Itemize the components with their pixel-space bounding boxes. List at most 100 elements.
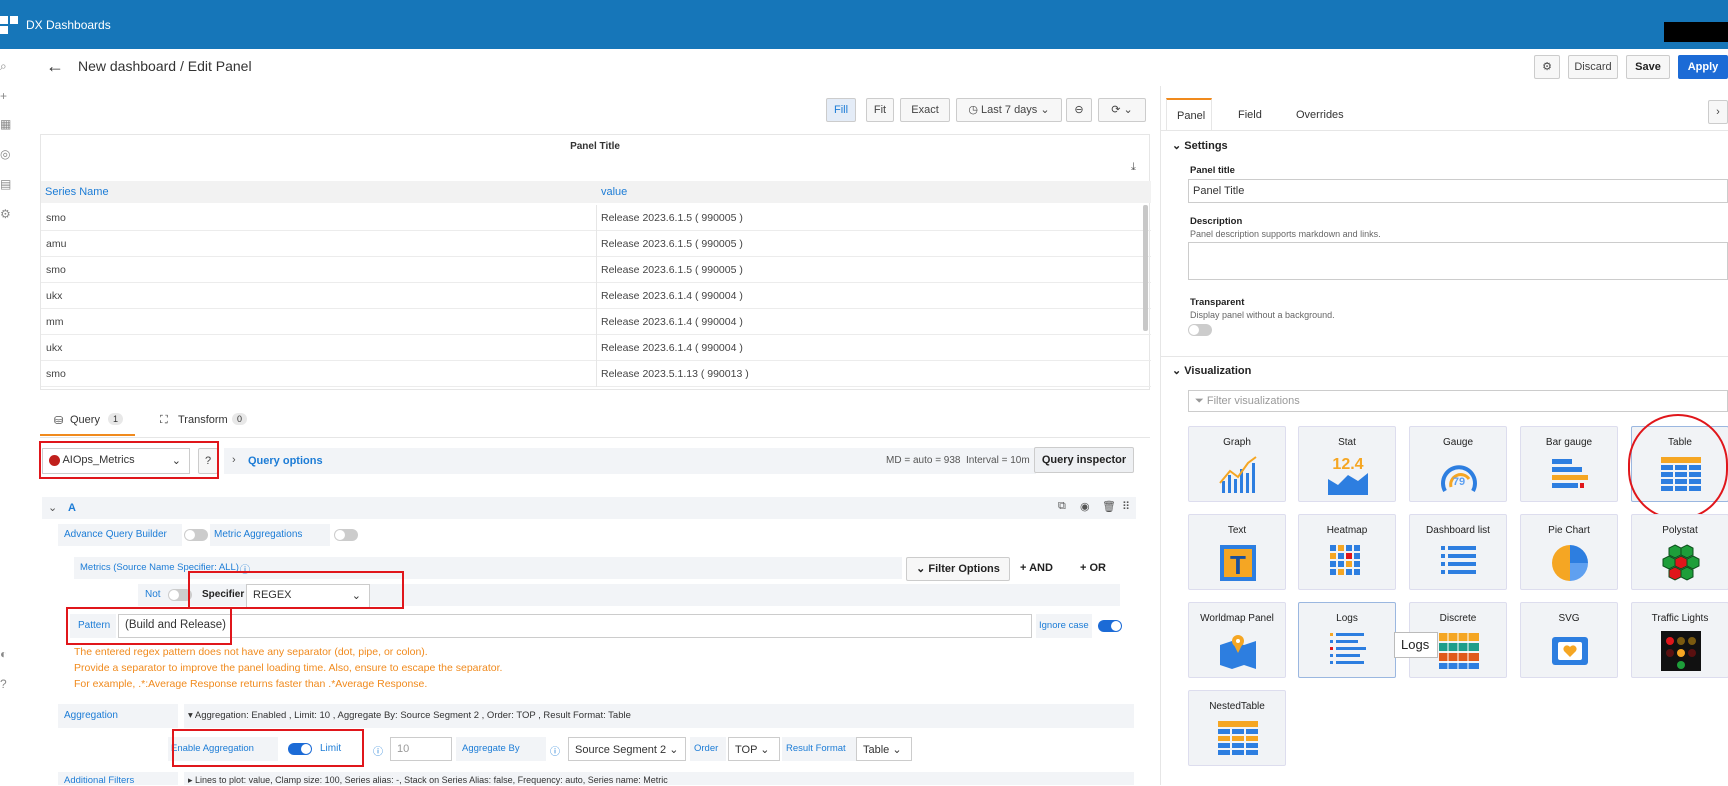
order-select[interactable]: TOP ⌄: [728, 737, 780, 761]
limit-input[interactable]: 10: [390, 737, 452, 761]
tab-transform-label: Transform: [178, 414, 228, 426]
chevron-down-icon: ⌄: [892, 744, 902, 756]
aggregation-summary-bar[interactable]: ▾ Aggregation: Enabled , Limit: 10 , Agg…: [184, 704, 1134, 728]
dashboards-icon[interactable]: ▦: [0, 117, 11, 131]
collapse-chevron-icon[interactable]: ⌄: [48, 501, 57, 514]
viz-card-heatmap[interactable]: Heatmap: [1298, 514, 1396, 590]
order-label-bg: Order: [690, 737, 726, 761]
query-inspector-button[interactable]: Query inspector: [1034, 447, 1134, 473]
zoom-out-button[interactable]: ⊖: [1066, 98, 1092, 122]
tab-panel[interactable]: Panel: [1166, 98, 1212, 130]
settings-gear-button[interactable]: ⚙: [1534, 55, 1560, 79]
plus-icon[interactable]: +: [0, 89, 7, 103]
breadcrumb: New dashboard / Edit Panel: [78, 58, 252, 74]
ignore-case-toggle[interactable]: [1098, 620, 1122, 632]
viz-card-text[interactable]: Text T: [1188, 514, 1286, 590]
transparent-hint: Display panel without a background.: [1190, 310, 1335, 320]
explore-icon[interactable]: ◎: [0, 147, 10, 161]
viz-card-nestedtable[interactable]: NestedTable: [1188, 690, 1286, 766]
viz-card-polystat[interactable]: Polystat: [1631, 514, 1728, 590]
time-range-label: Last 7 days: [981, 104, 1038, 116]
tab-transform[interactable]: ⛶ Transform 0: [160, 404, 260, 436]
viz-card-logs[interactable]: Logs: [1298, 602, 1396, 678]
viz-name: Bar gauge: [1545, 437, 1593, 448]
aggregation-label: Aggregation: [64, 710, 118, 721]
tab-field[interactable]: Field: [1238, 109, 1262, 121]
panel-title-input[interactable]: Panel Title: [1188, 179, 1728, 203]
info-icon[interactable]: ⓘ: [550, 743, 560, 758]
description-hint: Panel description supports markdown and …: [1190, 229, 1381, 239]
save-button[interactable]: Save: [1626, 55, 1670, 79]
cell-value: Release 2023.6.1.5 ( 990005 ): [601, 238, 743, 250]
viz-card-worldmap[interactable]: Worldmap Panel: [1188, 602, 1286, 678]
tab-query[interactable]: ⛁ Query 1: [40, 404, 135, 436]
visualization-section-header[interactable]: ⌄ Visualization: [1172, 364, 1251, 377]
fit-button[interactable]: Fit: [866, 98, 894, 122]
collapse-options-button[interactable]: ›: [1708, 100, 1728, 124]
query-letter: A: [68, 502, 76, 514]
result-format-select[interactable]: Table ⌄: [856, 737, 912, 761]
add-and-button[interactable]: + AND: [1020, 562, 1053, 574]
table-scrollbar[interactable]: [1143, 205, 1148, 331]
viz-card-graph[interactable]: Graph: [1188, 426, 1286, 502]
user-icon[interactable]: ◐: [0, 647, 7, 661]
download-icon[interactable]: ⤓: [1131, 161, 1136, 174]
query-options-link[interactable]: Query options: [248, 455, 323, 467]
gear-icon: ⚙: [1542, 61, 1552, 73]
search-icon[interactable]: ⌕: [0, 59, 7, 74]
refresh-button[interactable]: ⟳ ⌄: [1098, 98, 1146, 122]
gear-icon[interactable]: ⚙: [0, 207, 11, 221]
and-label: AND: [1029, 562, 1053, 574]
trash-icon[interactable]: 🗑: [1102, 500, 1116, 513]
filter-options-button[interactable]: ⌄ Filter Options: [906, 557, 1010, 581]
text-icon: T: [1220, 545, 1256, 581]
tab-overrides[interactable]: Overrides: [1296, 109, 1344, 121]
column-header-series[interactable]: Series Name: [45, 186, 109, 198]
aggregation-summary: ▾ Aggregation: Enabled , Limit: 10 , Agg…: [188, 710, 631, 721]
viz-name: Dashboard list: [1426, 525, 1490, 536]
lines-summary-bar[interactable]: ▸ Lines to plot: value, Clamp size: 100,…: [184, 772, 1134, 785]
discard-button[interactable]: Discard: [1568, 55, 1618, 79]
settings-section-header[interactable]: ⌄ Settings: [1172, 139, 1228, 152]
cell-value: Release 2023.6.1.4 ( 990004 ): [601, 316, 743, 328]
exact-button[interactable]: Exact: [900, 98, 950, 122]
drag-handle-icon[interactable]: ⠿: [1122, 500, 1130, 513]
transparent-toggle[interactable]: [1188, 324, 1212, 336]
filter-visualizations-input[interactable]: ⏷ Filter visualizations: [1188, 390, 1728, 412]
filter-options-label: Filter Options: [928, 563, 1000, 575]
viz-card-stat[interactable]: Stat 12.4: [1298, 426, 1396, 502]
help-icon[interactable]: ?: [0, 677, 7, 691]
aggregate-by-select[interactable]: Source Segment 2 ⌄: [568, 737, 686, 761]
viz-card-dashboard-list[interactable]: Dashboard list: [1409, 514, 1507, 590]
add-or-button[interactable]: + OR: [1080, 562, 1106, 574]
description-textarea[interactable]: [1188, 242, 1728, 280]
metric-aggregations-label-bg: Metric Aggregations: [210, 524, 330, 546]
pattern-input[interactable]: (Build and Release): [118, 614, 1032, 638]
viz-card-bar-gauge[interactable]: Bar gauge: [1520, 426, 1618, 502]
query-count-badge: 1: [108, 413, 124, 425]
time-range-picker[interactable]: ◷ Last 7 days ⌄: [956, 98, 1062, 122]
viz-card-traffic-lights[interactable]: Traffic Lights: [1631, 602, 1728, 678]
cell-series: smo: [46, 212, 66, 224]
eye-icon[interactable]: ◉: [1080, 500, 1090, 513]
svg-icon: [1552, 637, 1588, 665]
viz-card-svg[interactable]: SVG: [1520, 602, 1618, 678]
left-nav: ⌕ + ▦ ◎ ▤ ⚙ ◐ ?: [0, 49, 28, 785]
metric-aggregations-toggle[interactable]: [334, 529, 358, 541]
duplicate-icon[interactable]: ⧉: [1058, 500, 1066, 513]
column-header-value[interactable]: value: [601, 186, 627, 198]
chevron-right-icon: ›: [1716, 106, 1720, 118]
apply-button[interactable]: Apply: [1678, 55, 1728, 79]
viz-name: Discrete: [1439, 613, 1477, 624]
info-icon[interactable]: ⓘ: [373, 743, 383, 758]
viz-card-gauge[interactable]: Gauge 79: [1409, 426, 1507, 502]
highlight-box-pattern: [66, 607, 232, 645]
back-arrow-icon[interactable]: ←: [46, 56, 64, 77]
fill-button[interactable]: Fill: [826, 98, 856, 122]
document-icon[interactable]: ▤: [0, 177, 11, 191]
query-a-header: ⌄ A ⧉ ◉ 🗑 ⠿: [42, 497, 1136, 519]
advance-builder-toggle[interactable]: [184, 529, 208, 541]
app-title[interactable]: DX Dashboards: [26, 18, 111, 32]
table-row: mm Release 2023.6.1.4 ( 990004 ): [41, 309, 1151, 335]
viz-card-pie-chart[interactable]: Pie Chart: [1520, 514, 1618, 590]
